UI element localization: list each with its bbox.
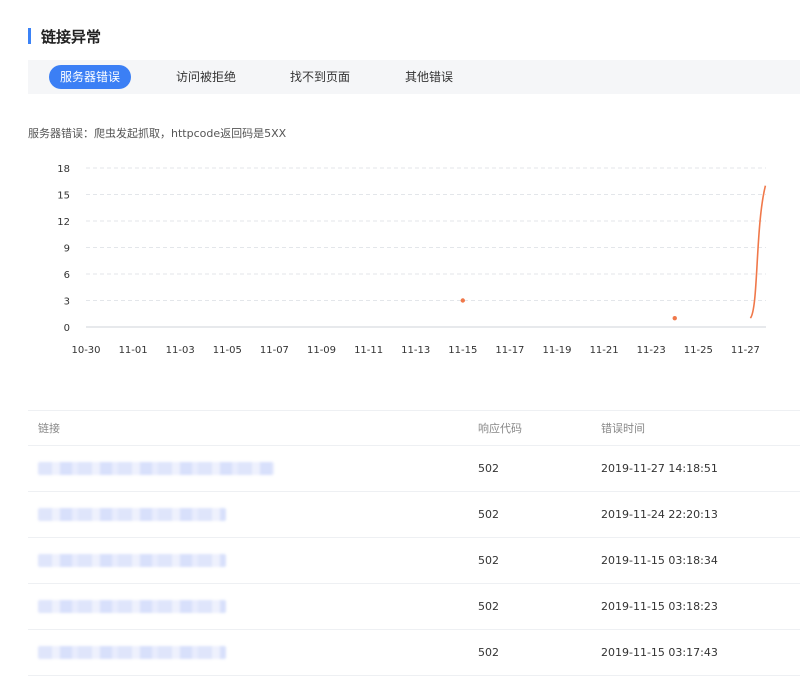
x-tick-label: 11-07 [260,345,289,356]
series-line [749,185,767,319]
link-cell[interactable] [38,446,274,491]
x-tick-label: 10-30 [71,345,100,356]
y-tick-label: 0 [64,323,70,334]
response-code: 502 [478,462,499,475]
section-title-text: 链接异常 [41,27,102,46]
y-tick-label: 18 [57,164,70,175]
x-tick-label: 11-21 [590,345,619,356]
y-tick-label: 6 [64,270,70,281]
error-description: 服务器错误：爬虫发起抓取，httpcode返回码是5XX [28,127,287,140]
table-row: 502 2019-11-15 03:18:23 [28,584,800,630]
x-tick-label: 11-05 [213,345,242,356]
table-row: 502 2019-11-27 14:18:51 [28,446,800,492]
response-code: 502 [478,508,499,521]
section-title: 链接异常 [28,26,101,46]
header-error-time: 错误时间 [601,422,645,435]
redacted-link[interactable] [38,508,226,521]
x-tick-label: 11-13 [401,345,430,356]
error-time: 2019-11-15 03:18:23 [601,600,718,613]
redacted-link[interactable] [38,600,226,613]
error-links-table: 链接 响应代码 错误时间 502 2019-11-27 14:18:51 502… [28,410,800,676]
error-time: 2019-11-27 14:18:51 [601,462,718,475]
x-tick-label: 11-09 [307,345,336,356]
x-tick-label: 11-19 [542,345,571,356]
y-tick-label: 9 [64,244,70,255]
response-code: 502 [478,554,499,567]
x-tick-label: 11-01 [119,345,148,356]
tab-other-errors[interactable]: 其他错误 [392,65,466,89]
x-tick-label: 11-15 [448,345,477,356]
y-tick-label: 12 [57,217,70,228]
header-response-code: 响应代码 [478,422,522,435]
table-row: 502 2019-11-15 03:17:43 [28,630,800,676]
x-tick-label: 11-03 [166,345,195,356]
tab-page-not-found[interactable]: 找不到页面 [278,65,362,89]
error-time: 2019-11-24 22:20:13 [601,508,718,521]
response-code: 502 [478,600,499,613]
x-tick-label: 11-23 [637,345,666,356]
error-trend-chart: 0 3 6 9 12 15 18 10-30 11-01 11-03 11-05 11-07 11-0… [57,164,767,356]
error-time: 2019-11-15 03:18:34 [601,554,718,567]
error-time: 2019-11-15 03:17:43 [601,646,718,659]
title-accent-bar [28,28,31,44]
data-point [672,315,677,321]
redacted-link[interactable] [38,554,226,567]
y-tick-label: 15 [57,191,70,202]
table-row: 502 2019-11-24 22:20:13 [28,492,800,538]
link-cell[interactable] [38,584,226,629]
header-link: 链接 [38,422,60,435]
response-code: 502 [478,646,499,659]
data-point [460,298,465,303]
x-tick-label: 11-17 [495,345,524,356]
tab-access-denied[interactable]: 访问被拒绝 [164,65,248,89]
table-header: 链接 响应代码 错误时间 [28,410,800,446]
y-tick-label: 3 [64,297,70,308]
x-tick-label: 11-27 [731,345,760,356]
x-tick-label: 11-25 [684,345,713,356]
error-type-tabs: 服务器错误 访问被拒绝 找不到页面 其他错误 [28,60,800,94]
link-cell[interactable] [38,538,226,583]
redacted-link[interactable] [38,462,274,475]
redacted-link[interactable] [38,646,226,659]
tab-server-error[interactable]: 服务器错误 [49,65,131,89]
table-row: 502 2019-11-15 03:18:34 [28,538,800,584]
link-cell[interactable] [38,492,226,537]
x-tick-label: 11-11 [354,345,383,356]
link-cell[interactable] [38,630,226,675]
